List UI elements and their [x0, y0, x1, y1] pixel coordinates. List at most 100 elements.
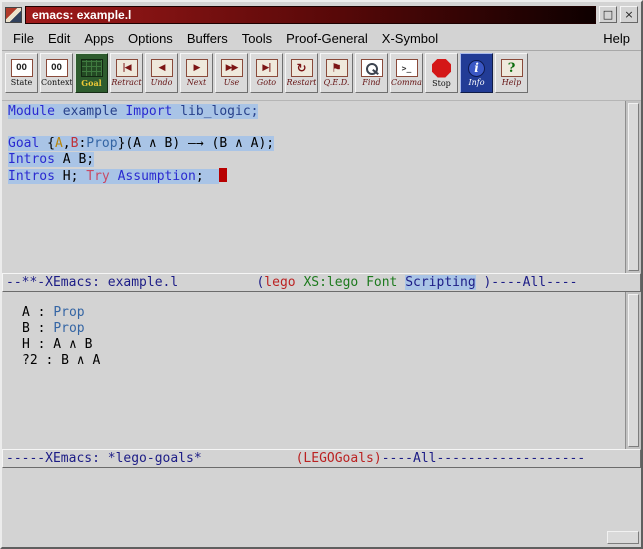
code-token: { [39, 136, 55, 151]
window-title: emacs: example.l [32, 8, 131, 22]
code-token: H; [55, 169, 86, 184]
command-toolbar-button[interactable]: >_Command [390, 53, 423, 93]
toolbar-label-info: Info [468, 78, 484, 87]
menu-proof-general[interactable]: Proof-General [279, 29, 375, 48]
code-token: example [63, 104, 118, 119]
goals-line: B : Prop [22, 321, 625, 337]
command-terminal-icon: >_ [396, 59, 418, 77]
goal-toolbar-button[interactable]: Goal [75, 53, 108, 93]
titlebar[interactable]: emacs: example.l □ × [2, 2, 641, 27]
code-token: A : [22, 305, 53, 320]
modeline-segment [202, 451, 296, 466]
restart-circle-icon: ↻ [291, 59, 313, 77]
editor-code-line: Intros A B; [8, 152, 625, 168]
undo-toolbar-button[interactable]: ◀Undo [145, 53, 178, 93]
toolbar: OOStateOOContextGoal|◀Retract◀Undo▶Next▶… [2, 51, 641, 101]
next-toolbar-button[interactable]: ▶Next [180, 53, 213, 93]
modeline-segment: ----All------------------- [382, 451, 586, 466]
window-menu-icon[interactable] [5, 7, 22, 23]
menu-buffers[interactable]: Buffers [180, 29, 235, 48]
code-token: Intros [8, 169, 55, 184]
menu-help[interactable]: Help [596, 29, 637, 48]
minibuffer[interactable] [2, 468, 641, 548]
use-toolbar-button[interactable]: ▶▶Use [215, 53, 248, 93]
code-token [110, 169, 118, 184]
horizontal-scrollbar-thumb[interactable] [607, 531, 639, 544]
code-token: Try [86, 169, 109, 184]
code-token: Prop [53, 321, 84, 336]
code-token: ; [196, 169, 219, 184]
toolbar-label-qed: Q.E.D. [324, 78, 350, 87]
goto-arrow-icon: ▶| [256, 59, 278, 77]
retract-rewind-icon: |◀ [116, 59, 138, 77]
editor-code-line [8, 120, 625, 136]
info-toolbar-button[interactable]: iInfo [460, 53, 493, 93]
find-magnifier-icon [361, 59, 383, 77]
editor-scrollbar-thumb[interactable] [628, 103, 639, 271]
menu-tools[interactable]: Tools [235, 29, 279, 48]
editor-code-line: Goal {A,B:Prop}(A ∧ B) —→ (B ∧ A); [8, 136, 625, 152]
goal-grid-icon [81, 59, 103, 77]
toolbar-label-command: Command [391, 78, 422, 87]
menu-file[interactable]: File [6, 29, 41, 48]
goals-line: A : Prop [22, 305, 625, 321]
modeline-segment [178, 275, 256, 290]
goals-window: A : PropB : PropH : A ∧ B?2 : B ∧ A [2, 292, 641, 449]
code-token: B : [22, 321, 53, 336]
menu-edit[interactable]: Edit [41, 29, 77, 48]
code-token: Import [125, 104, 172, 119]
menu-apps[interactable]: Apps [77, 29, 121, 48]
maximize-button[interactable]: □ [599, 6, 617, 23]
goals-line: ?2 : B ∧ A [22, 353, 625, 369]
toolbar-label-goal: Goal [81, 78, 101, 88]
toolbar-label-restart: Restart [287, 78, 317, 87]
close-button[interactable]: × [620, 6, 638, 23]
menu-x-symbol[interactable]: X-Symbol [375, 29, 445, 48]
editor-code-line: Module example Import lib_logic; [8, 104, 625, 120]
goals-scrollbar[interactable] [625, 292, 641, 449]
toolbar-label-state: State [11, 78, 32, 87]
text-cursor [219, 168, 227, 182]
code-token: Assumption [118, 169, 196, 184]
editor-scrollbar[interactable] [625, 101, 641, 273]
use-arrows-icon: ▶▶ [221, 59, 243, 77]
context-toolbar-button[interactable]: OOContext [40, 53, 73, 93]
goto-toolbar-button[interactable]: ▶|Goto [250, 53, 283, 93]
help-toolbar-button[interactable]: ?Help [495, 53, 528, 93]
code-token: lib_logic; [172, 104, 258, 119]
toolbar-label-context: Context [41, 78, 72, 87]
editor-window: Module example Import lib_logic; Goal {A,… [2, 101, 641, 273]
code-token: A [55, 136, 63, 151]
toolbar-label-help: Help [502, 78, 521, 87]
menu-options[interactable]: Options [121, 29, 180, 48]
modeline-segment: )----All---- [476, 275, 578, 290]
code-token: Prop [53, 305, 84, 320]
menubar: FileEditAppsOptionsBuffersToolsProof-Gen… [2, 27, 641, 51]
toolbar-label-retract: Retract [111, 78, 141, 87]
editor-code-line: Intros H; Try Assumption; [8, 168, 625, 184]
code-token [55, 104, 63, 119]
code-token: Prop [86, 136, 117, 151]
find-toolbar-button[interactable]: Find [355, 53, 388, 93]
goals-buffer[interactable]: A : PropB : PropH : A ∧ B?2 : B ∧ A [2, 292, 625, 449]
code-token: , [63, 136, 71, 151]
toolbar-label-find: Find [362, 78, 380, 87]
modeline-segment: Font [366, 275, 397, 290]
code-token: Goal [8, 136, 39, 151]
goals-line: H : A ∧ B [22, 337, 625, 353]
restart-toolbar-button[interactable]: ↻Restart [285, 53, 318, 93]
editor-modeline: --**-XEmacs: example.l (lego XS:lego Fon… [2, 273, 641, 292]
modeline-segment: -----XEmacs: *lego-goals* [6, 451, 202, 466]
toolbar-label-use: Use [224, 78, 240, 87]
editor-buffer[interactable]: Module example Import lib_logic; Goal {A,… [2, 101, 625, 273]
goals-scrollbar-thumb[interactable] [628, 294, 639, 447]
stop-toolbar-button[interactable]: Stop [425, 53, 458, 93]
undo-arrow-icon: ◀ [151, 59, 173, 77]
window-title-area[interactable]: emacs: example.l [25, 6, 596, 24]
code-token: Intros [8, 152, 55, 167]
qed-toolbar-button[interactable]: ⚑Q.E.D. [320, 53, 353, 93]
state-toolbar-button[interactable]: OOState [5, 53, 38, 93]
retract-toolbar-button[interactable]: |◀Retract [110, 53, 143, 93]
code-token: Module [8, 104, 55, 119]
toolbar-label-next: Next [187, 78, 206, 87]
